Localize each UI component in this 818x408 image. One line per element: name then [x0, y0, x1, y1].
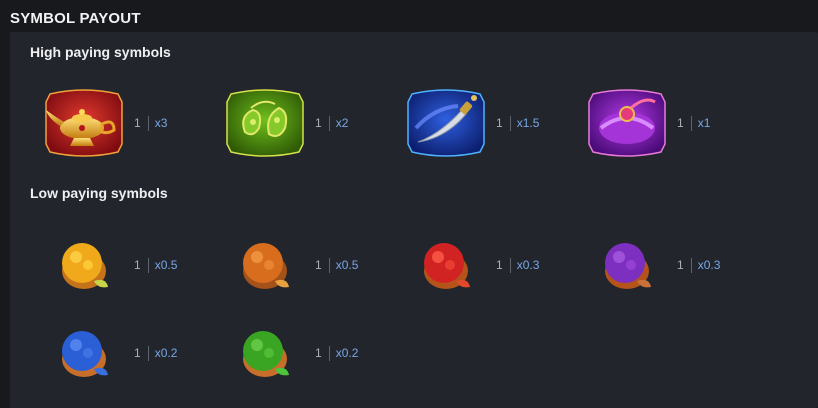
- divider: [147, 115, 149, 131]
- dagger-icon: [404, 88, 488, 158]
- payout-count: 1: [315, 116, 322, 130]
- jewel-pendant-icon: [223, 88, 307, 158]
- payout-red-spice: 1 x0.3: [496, 230, 539, 300]
- symbol-magic-lamp: 1 x3: [42, 88, 212, 158]
- blue-spice-bowl-icon: [42, 318, 126, 388]
- symbol-purple-spice: 1 x0.3: [585, 230, 755, 300]
- payout-multiplier: x1: [697, 116, 711, 130]
- symbol-red-spice: 1 x0.3: [404, 230, 574, 300]
- red-spice-bowl-icon: [404, 230, 488, 300]
- magic-lamp-icon: [42, 88, 126, 158]
- payout-count: 1: [496, 116, 503, 130]
- purple-spice-bowl-icon: [585, 230, 669, 300]
- symbol-blue-spice: 1 x0.2: [42, 318, 212, 388]
- payout-count: 1: [315, 346, 322, 360]
- payout-count: 1: [134, 346, 141, 360]
- symbol-dagger: 1 x1.5: [404, 88, 574, 158]
- symbol-orange-spice: 1 x0.5: [223, 230, 393, 300]
- divider: [690, 257, 692, 273]
- divider: [328, 257, 330, 273]
- payout-multiplier: x1.5: [516, 116, 540, 130]
- payout-multiplier: x0.2: [335, 346, 359, 360]
- payout-yellow-spice: 1 x0.5: [134, 230, 177, 300]
- payout-multiplier: x0.5: [154, 258, 178, 272]
- payout-count: 1: [677, 258, 684, 272]
- divider: [328, 115, 330, 131]
- payout-multiplier: x0.5: [335, 258, 359, 272]
- divider: [509, 257, 511, 273]
- divider: [147, 257, 149, 273]
- page-title: SYMBOL PAYOUT: [10, 10, 141, 27]
- payout-dagger: 1 x1.5: [496, 88, 539, 158]
- payout-count: 1: [496, 258, 503, 272]
- symbol-yellow-spice: 1 x0.5: [42, 230, 212, 300]
- turban-icon: [585, 88, 669, 158]
- payout-multiplier: x2: [335, 116, 349, 130]
- green-spice-bowl-icon: [223, 318, 307, 388]
- payout-multiplier: x0.3: [697, 258, 721, 272]
- payout-turban: 1 x1: [677, 88, 710, 158]
- yellow-spice-bowl-icon: [42, 230, 126, 300]
- low-paying-heading: Low paying symbols: [30, 185, 168, 201]
- payout-multiplier: x0.2: [154, 346, 178, 360]
- divider: [147, 345, 149, 361]
- divider: [328, 345, 330, 361]
- payout-count: 1: [134, 116, 141, 130]
- divider: [509, 115, 511, 131]
- payout-green-spice: 1 x0.2: [315, 318, 358, 388]
- payout-count: 1: [315, 258, 322, 272]
- symbol-green-spice: 1 x0.2: [223, 318, 393, 388]
- payout-blue-spice: 1 x0.2: [134, 318, 177, 388]
- payout-multiplier: x0.3: [516, 258, 540, 272]
- payout-purple-spice: 1 x0.3: [677, 230, 720, 300]
- payout-orange-spice: 1 x0.5: [315, 230, 358, 300]
- payout-jewel-pendant: 1 x2: [315, 88, 348, 158]
- orange-spice-bowl-icon: [223, 230, 307, 300]
- high-paying-heading: High paying symbols: [30, 44, 171, 60]
- payout-magic-lamp: 1 x3: [134, 88, 167, 158]
- payout-multiplier: x3: [154, 116, 168, 130]
- divider: [690, 115, 692, 131]
- symbol-jewel-pendant: 1 x2: [223, 88, 393, 158]
- symbol-turban: 1 x1: [585, 88, 755, 158]
- payout-count: 1: [677, 116, 684, 130]
- payout-count: 1: [134, 258, 141, 272]
